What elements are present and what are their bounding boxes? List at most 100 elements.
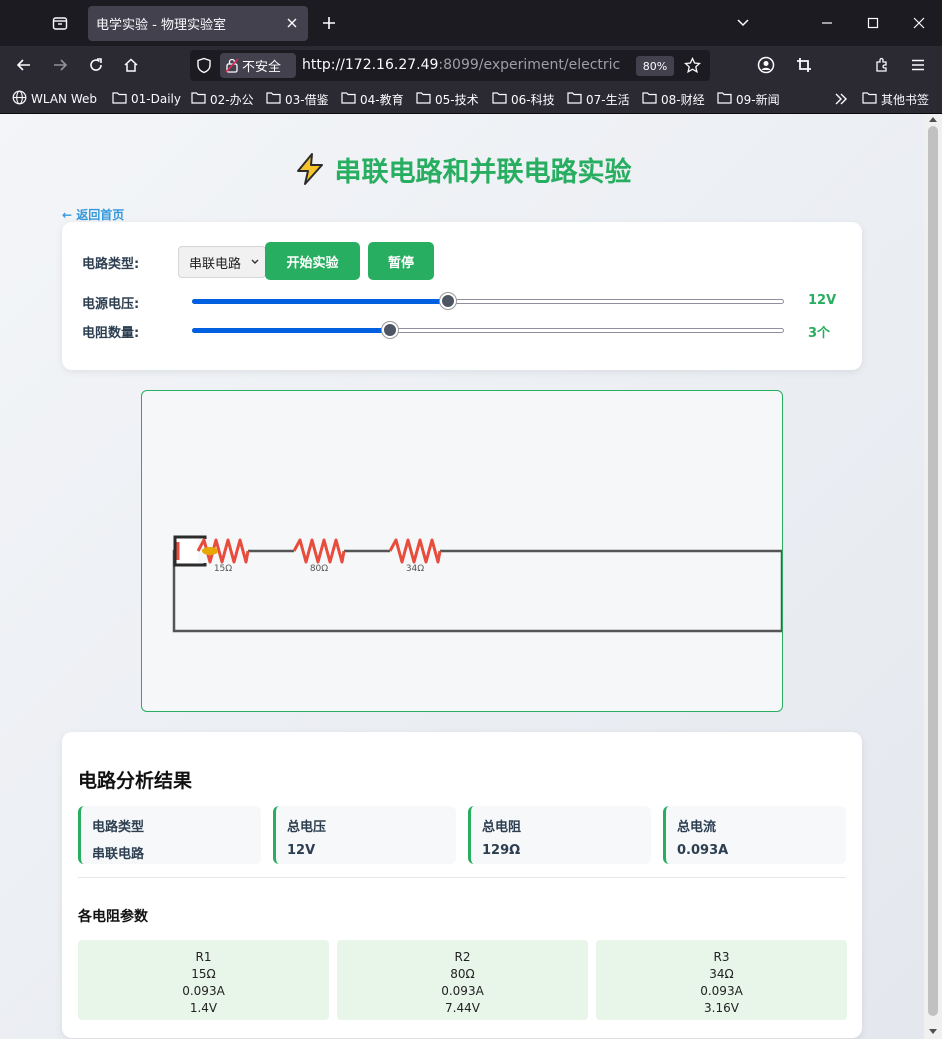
circuit-canvas: 15Ω 80Ω 34Ω [141,390,783,712]
resistor-name: R1 [195,950,212,964]
resistor-resistance: 34Ω [709,967,734,981]
bookmark-label: 06-科技 [511,92,555,107]
account-icon[interactable] [753,52,779,78]
bookmark-label: 07-生活 [586,92,630,107]
resistor-card-r3: R3 34Ω 0.093A 3.16V [596,940,847,1020]
url-host: http://172.16.27.49 [302,57,439,73]
bookmark-folder-02[interactable]: 02-办公 [191,90,254,108]
extensions-icon[interactable] [869,52,895,78]
resistor-label: 34Ω [406,564,424,574]
resistor-resistance: 15Ω [191,967,216,981]
stat-total-current: 总电流 0.093A [663,806,846,864]
forward-icon[interactable] [47,52,73,78]
address-bar[interactable]: 不安全 http://172.16.27.49:8099/experiment/… [190,50,710,81]
close-window-icon[interactable] [906,10,932,36]
page-content: 串联电路和并联电路实验 ← 返回首页 电路类型: 串联电路 开始实验 暂停 电源… [0,114,924,1039]
resistor-voltage: 1.4V [189,1001,218,1015]
stat-value: 0.093A [677,843,729,858]
stat-total-resistance: 总电阻 129Ω [468,806,651,864]
resistor-resistance: 80Ω [450,967,475,981]
bookmark-folder-07[interactable]: 07-生活 [567,90,630,108]
resistor-current: 0.093A [700,984,743,998]
circuit-type-select[interactable]: 串联电路 [178,246,266,278]
close-tab-icon[interactable] [284,15,300,31]
lightning-icon [293,152,327,193]
voltage-slider[interactable] [192,293,784,309]
resistor-voltage: 3.16V [704,1001,739,1015]
resistor-card-r2: R2 80Ω 0.093A 7.44V [337,940,588,1020]
resistor-count-slider[interactable] [192,322,784,338]
tab-list-icon[interactable] [46,10,74,36]
bookmark-label: 05-技术 [435,92,479,107]
back-home-link[interactable]: ← 返回首页 [62,206,124,223]
slider-thumb[interactable] [382,322,399,338]
stat-label: 总电压 [287,820,327,835]
url-text[interactable]: http://172.16.27.49:8099/experiment/elec… [302,50,620,81]
home-icon[interactable] [118,52,144,78]
folder-icon [717,91,732,107]
stat-label: 总电阻 [482,820,522,835]
resistor-label: 80Ω [310,564,328,574]
chevron-down-icon[interactable] [730,10,756,36]
menu-icon[interactable] [905,52,931,78]
pause-button[interactable]: 暂停 [368,242,434,280]
scroll-down-icon[interactable] [929,1029,937,1034]
resistor-label: 15Ω [214,564,232,574]
chevron-down-icon [250,255,260,273]
screenshot-crop-icon[interactable] [791,52,817,78]
bookmark-folder-05[interactable]: 05-技术 [416,90,479,108]
security-indicator[interactable]: 不安全 [220,53,296,78]
bookmark-folder-04[interactable]: 04-教育 [341,90,404,108]
stat-circuit-type: 电路类型 串联电路 [78,806,261,864]
browser-tab[interactable]: 电学实验 - 物理实验室 [88,6,308,41]
bookmark-folder-08[interactable]: 08-财经 [642,90,705,108]
minimize-icon[interactable] [814,10,840,36]
shield-icon[interactable] [196,57,212,78]
voltage-label: 电源电压: [82,297,140,312]
resistor-name: R2 [454,950,471,964]
folder-icon [862,91,877,107]
back-icon[interactable] [11,52,37,78]
scroll-up-icon[interactable] [929,117,937,122]
bookmark-label: 03-借鉴 [285,92,329,107]
circuit-type-value: 串联电路 [189,256,242,272]
divider [78,877,846,878]
url-path: :8099/experiment/electric [438,57,621,73]
page-title: 串联电路和并联电路实验 [0,150,924,193]
resistor-name: R3 [713,950,730,964]
bookmark-folder-03[interactable]: 03-借鉴 [266,90,329,108]
start-experiment-button[interactable]: 开始实验 [265,242,360,280]
reload-icon[interactable] [83,52,109,78]
resistor-params-title: 各电阻参数 [78,909,148,925]
bookmark-folder-09[interactable]: 09-新闻 [717,90,780,108]
navigation-bar: 不安全 http://172.16.27.49:8099/experiment/… [0,46,942,84]
maximize-icon[interactable] [860,10,886,36]
resistor-current: 0.093A [182,984,225,998]
slider-thumb[interactable] [439,293,456,309]
folder-icon [642,91,657,107]
stat-label: 总电流 [677,820,717,835]
bookmarks-bar: WLAN Web 01-Daily 02-办公 03-借鉴 04-教育 05-技… [0,84,942,114]
bookmark-star-icon[interactable] [683,56,702,78]
bookmark-folder-other[interactable]: 其他书签 [862,90,929,108]
insecure-lock-icon [225,57,239,77]
slider-fill [192,299,448,304]
scrollbar-thumb[interactable] [928,126,938,1016]
resistor-current: 0.093A [441,984,484,998]
bookmark-label: WLAN Web [31,92,97,106]
bookmark-label: 09-新闻 [736,92,780,107]
control-panel: 电路类型: 串联电路 开始实验 暂停 电源电压: 12V 电阻数量: 3个 [62,222,862,370]
new-tab-icon[interactable] [318,12,340,34]
bookmark-folder-06[interactable]: 06-科技 [492,90,555,108]
tab-title: 电学实验 - 物理实验室 [96,18,226,33]
page-scrollbar[interactable] [924,114,942,1039]
zoom-level[interactable]: 80% [636,56,674,76]
bookmark-label: 02-办公 [210,92,254,107]
results-title: 电路分析结果 [78,770,193,792]
folder-icon [492,91,507,107]
bookmark-folder-01[interactable]: 01-Daily [112,90,181,108]
circuit-type-label: 电路类型: [82,257,140,272]
more-bookmarks-icon[interactable] [834,90,848,108]
results-panel: 电路分析结果 电路类型 串联电路 总电压 12V 总电阻 129Ω 总电流 0.… [62,732,862,1038]
bookmark-wlan-web[interactable]: WLAN Web [12,90,97,108]
